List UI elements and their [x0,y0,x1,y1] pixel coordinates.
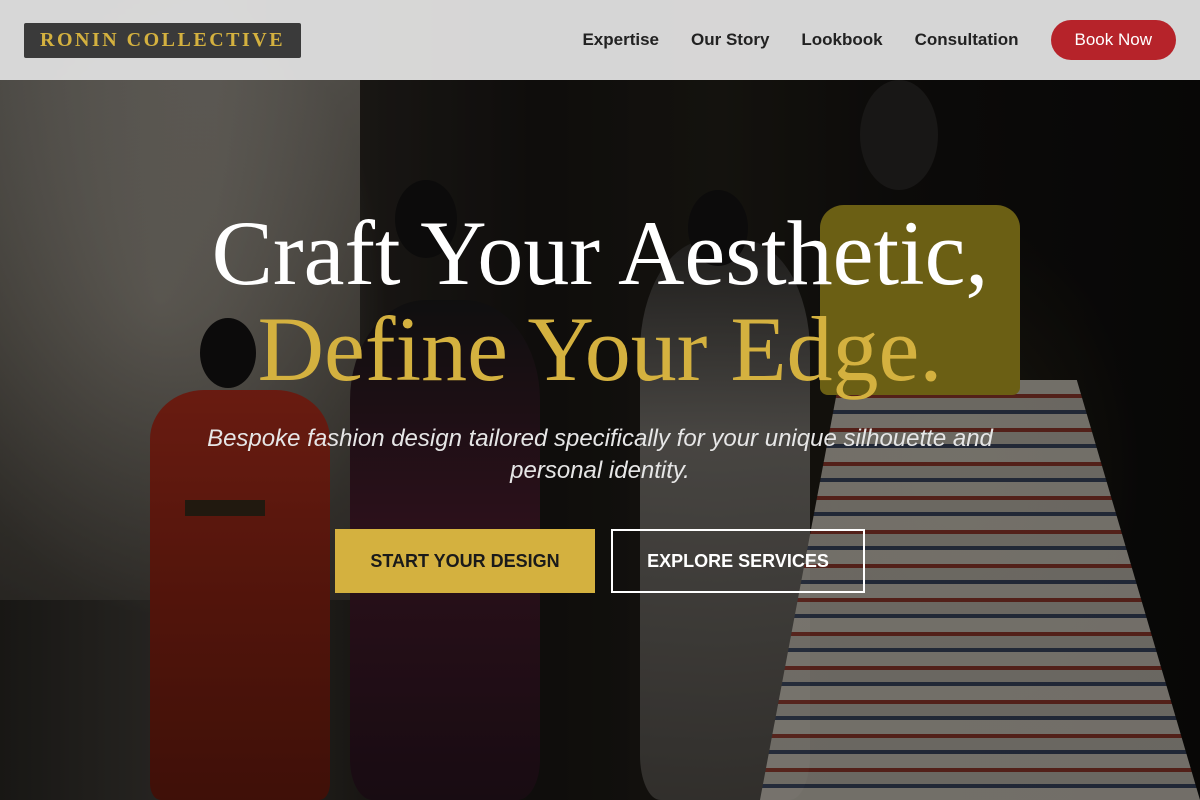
nav-our-story[interactable]: Our Story [691,30,769,50]
start-your-design-button[interactable]: START YOUR DESIGN [335,529,595,593]
hero-section: Craft Your Aesthetic, Define Your Edge. … [0,205,1200,593]
landing-page: RONIN COLLECTIVE Expertise Our Story Loo… [0,0,1200,800]
nav-lookbook[interactable]: Lookbook [801,30,882,50]
nav-consultation[interactable]: Consultation [915,30,1019,50]
main-nav: Expertise Our Story Lookbook Consultatio… [550,20,1176,60]
hero-subtitle: Bespoke fashion design tailored specific… [207,425,993,484]
headline-line-1: Craft Your Aesthetic, [211,202,989,304]
brand-logo[interactable]: RONIN COLLECTIVE [24,22,302,58]
cta-group: START YOUR DESIGN EXPLORE SERVICES [0,529,1200,593]
headline-line-2: Define Your Edge. [257,298,943,400]
nav-expertise[interactable]: Expertise [582,30,659,50]
site-header: RONIN COLLECTIVE Expertise Our Story Loo… [0,0,1200,80]
book-now-button[interactable]: Book Now [1050,20,1176,60]
hero-headline: Craft Your Aesthetic, Define Your Edge. [0,205,1200,397]
explore-services-button[interactable]: EXPLORE SERVICES [611,529,865,593]
